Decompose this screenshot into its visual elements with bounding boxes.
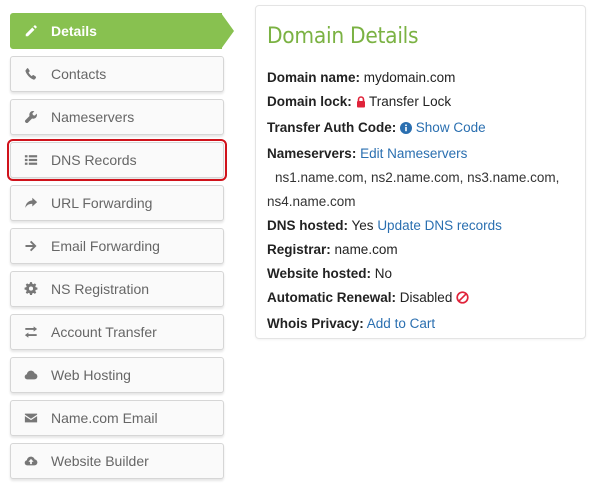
sidebar-item-dns-records[interactable]: DNS Records [7,139,227,181]
sidebar-item-label: Nameservers [51,109,135,125]
arrow-right-icon [11,239,51,253]
website-hosted-value: No [374,266,393,281]
nameservers-list: ns1.name.com, ns2.name.com, ns3.name.com… [267,166,574,214]
domain-lock-value: Transfer Lock [369,94,452,109]
domain-name-label: Domain name: [267,70,361,85]
sidebar-item-details[interactable]: Details [10,13,234,49]
whois-privacy-label: Whois Privacy: [267,316,364,331]
auto-renewal-row: Automatic Renewal: Disabled [267,286,574,312]
domain-sidebar: Details Contacts Nameservers DNS Records… [7,13,236,486]
sidebar-item-account-transfer[interactable]: Account Transfer [10,314,224,350]
sidebar-item-label: Account Transfer [51,324,157,340]
phone-icon [11,67,51,81]
panel-title: Domain Details [267,24,419,49]
auto-renewal-value: Disabled [399,290,453,305]
sidebar-item-label: Details [51,23,97,39]
domain-details-panel: Domain Details Domain name: mydomain.com… [255,5,586,339]
cloud-upload-icon [11,454,51,468]
website-hosted-label: Website hosted: [267,266,372,281]
sidebar-item-label: Web Hosting [51,367,131,383]
sidebar-item-email-forwarding[interactable]: Email Forwarding [10,228,224,264]
nameservers-line-2: ns4.name.com [267,194,356,209]
registrar-value: name.com [334,242,398,257]
registrar-label: Registrar: [267,242,331,257]
sidebar-item-contacts[interactable]: Contacts [10,56,224,92]
domain-lock-label: Domain lock: [267,94,352,109]
gear-icon [11,282,51,296]
sidebar-item-label: Email Forwarding [51,238,160,254]
sidebar-item-label: Website Builder [51,453,149,469]
dns-hosted-label: DNS hosted: [267,218,348,233]
info-icon [400,118,413,142]
auth-code-label: Transfer Auth Code: [267,120,397,135]
update-dns-records-link[interactable]: Update DNS records [377,218,502,233]
list-icon [11,153,51,167]
add-to-cart-link[interactable]: Add to Cart [367,316,435,331]
nameservers-line-1: ns1.name.com, ns2.name.com, ns3.name.com… [275,170,560,185]
auto-renewal-label: Automatic Renewal: [267,290,397,305]
dns-hosted-value: Yes [351,218,374,233]
sidebar-item-url-forwarding[interactable]: URL Forwarding [10,185,224,221]
sidebar-item-label: URL Forwarding [51,195,153,211]
show-code-link[interactable]: Show Code [416,120,486,135]
sidebar-item-label: Contacts [51,66,107,82]
share-arrow-icon [11,196,51,210]
domain-lock-row: Domain lock: Transfer Lock [267,90,574,116]
nameservers-row: Nameservers: Edit Nameservers [267,142,574,166]
lock-icon [356,92,366,116]
whois-privacy-row: Whois Privacy: Add to Cart [267,312,574,336]
nameservers-label: Nameservers: [267,146,357,161]
dns-hosted-row: DNS hosted: Yes Update DNS records [267,214,574,238]
edit-nameservers-link[interactable]: Edit Nameservers [360,146,467,161]
website-hosted-row: Website hosted: No [267,262,574,286]
transfer-arrows-icon [11,325,51,339]
envelope-icon [11,411,51,425]
sidebar-item-label: NS Registration [51,281,150,297]
sidebar-item-label: DNS Records [51,152,137,168]
wrench-icon [11,110,51,124]
domain-name-value: mydomain.com [363,70,456,85]
cloud-icon [11,368,51,382]
domain-name-row: Domain name: mydomain.com [267,66,574,90]
sidebar-item-nameservers[interactable]: Nameservers [10,99,224,135]
disabled-icon [456,288,469,312]
sidebar-item-website-builder[interactable]: Website Builder [10,443,224,479]
registrar-row: Registrar: name.com [267,238,574,262]
sidebar-item-web-hosting[interactable]: Web Hosting [10,357,224,393]
sidebar-item-ns-registration[interactable]: NS Registration [10,271,224,307]
sidebar-item-name-com-email[interactable]: Name.com Email [10,400,224,436]
sidebar-item-label: Name.com Email [51,410,158,426]
pencil-icon [11,24,51,38]
auth-code-row: Transfer Auth Code: Show Code [267,116,574,142]
